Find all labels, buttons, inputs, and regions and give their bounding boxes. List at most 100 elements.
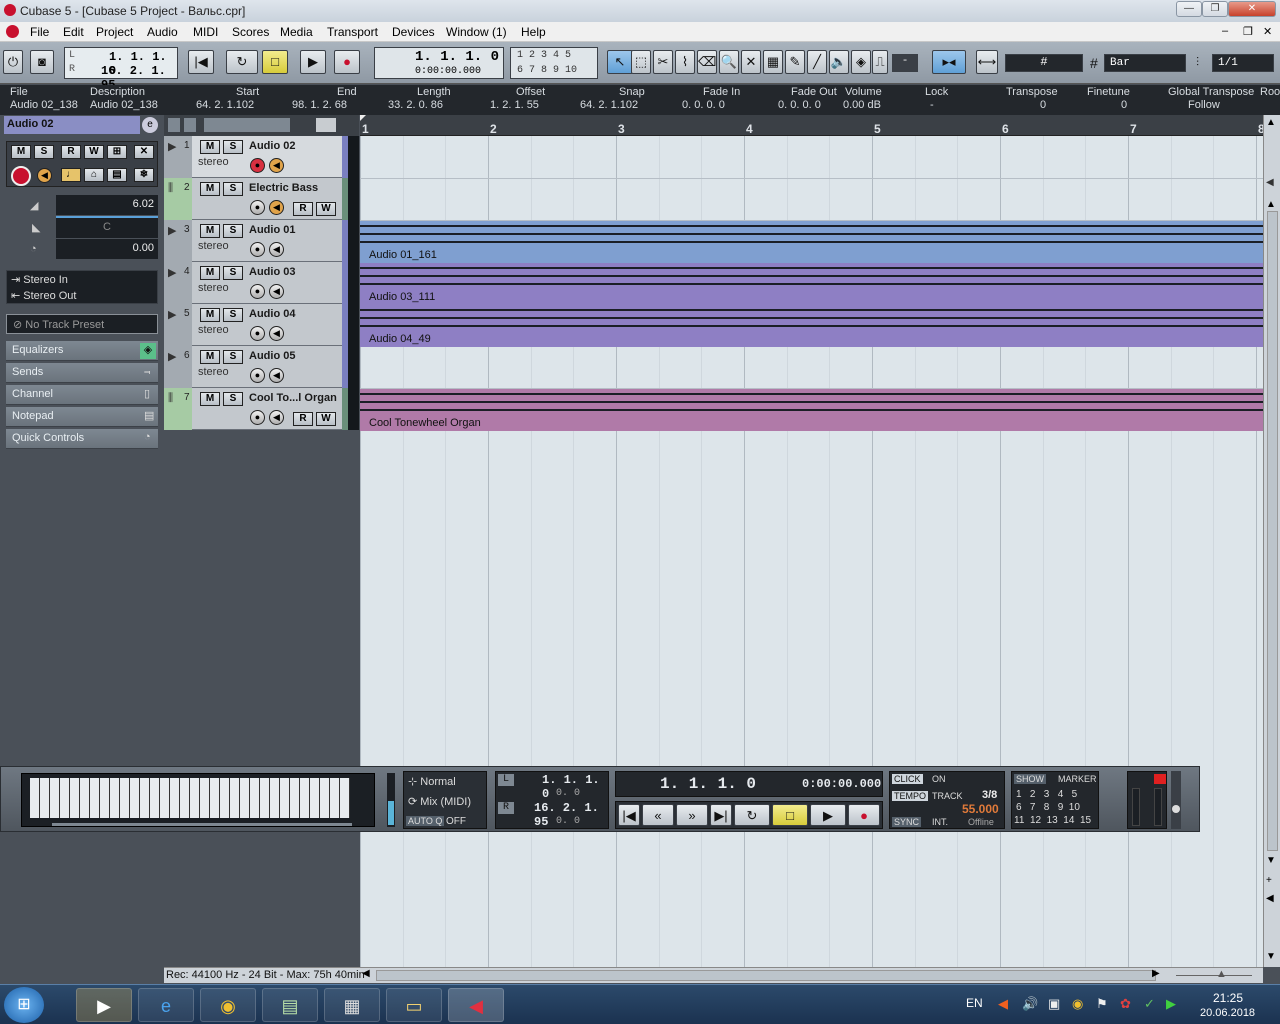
track-preset-field[interactable]: ⊘ No Track Preset <box>6 314 158 334</box>
info-description-value[interactable]: Audio 02_138 <box>90 99 158 111</box>
transport-cycle-button[interactable]: ↻ <box>734 804 770 826</box>
info-lock-value[interactable]: - <box>930 99 934 111</box>
track-monitor-button[interactable]: ◀ <box>269 242 284 257</box>
midi-track-icon[interactable]: ⫼ <box>168 182 173 195</box>
audio-event[interactable]: Audio 03_111 <box>360 263 1263 305</box>
track-mute-button[interactable]: M <box>200 308 220 322</box>
transport-right-sub[interactable]: 0. 0 <box>556 816 580 827</box>
zoom-tracks-icon[interactable]: ◀ <box>1266 177 1274 188</box>
maximize-button[interactable]: ❐ <box>1202 1 1228 17</box>
autoscroll-icon[interactable]: ⎍ <box>872 50 888 74</box>
marker-row-3[interactable]: 11 12 13 14 15 <box>1014 815 1091 826</box>
notepad-taskbar-icon[interactable]: ▤ <box>262 988 318 1022</box>
quantize-preset-select[interactable]: 1/1 <box>1212 54 1274 72</box>
timeline-ruler[interactable]: 12345678 <box>360 115 1265 136</box>
zoom-tool[interactable]: 🔍 <box>719 50 739 74</box>
scroll-right-icon[interactable]: ▶ <box>1152 968 1160 979</box>
doc-minimize-icon[interactable]: – <box>1222 25 1228 37</box>
track-name[interactable]: Audio 01 <box>249 224 341 236</box>
volume-field[interactable]: 6.02 <box>56 195 158 215</box>
play-tool[interactable]: 🔈 <box>829 50 849 74</box>
close-button[interactable]: ✕ <box>1228 1 1276 17</box>
scroll-down-icon[interactable]: ▼ <box>1266 855 1276 866</box>
left-locator-marker-icon[interactable] <box>360 115 366 121</box>
menu-edit[interactable]: Edit <box>63 25 84 39</box>
freeze-button[interactable]: ❄ <box>134 168 154 182</box>
menu-media[interactable]: Media <box>280 25 313 39</box>
track-mute-button[interactable]: M <box>200 140 220 154</box>
info-fadein-value[interactable]: 0. 0. 0. 0 <box>682 99 725 111</box>
split-tool[interactable]: ✂ <box>653 50 673 74</box>
position-time-display[interactable]: 0:00:00.000 <box>415 66 481 77</box>
record-enable-button[interactable] <box>11 166 31 186</box>
goto-end-button[interactable]: ▶| <box>710 804 732 826</box>
keyboard-octave-bar[interactable] <box>52 823 352 826</box>
midi-track-icon[interactable]: ⫼ <box>168 392 173 405</box>
info-length-value[interactable]: 33. 2. 0. 86 <box>388 99 443 111</box>
glue-tool[interactable]: ⌇ <box>675 50 695 74</box>
transport-position-time[interactable]: 0:00:00.000 <box>802 777 881 791</box>
mute-button[interactable]: M <box>11 145 31 159</box>
track-monitor-button[interactable]: ◀ <box>269 158 284 173</box>
track-monitor-button[interactable]: ◀ <box>269 284 284 299</box>
track-mute-button[interactable]: M <box>200 224 220 238</box>
scroll-left-icon[interactable]: ◀ <box>362 968 370 979</box>
info-file-value[interactable]: Audio 02_138 <box>10 99 78 111</box>
track-record-button[interactable]: ● <box>250 158 265 173</box>
audio-event[interactable]: Cool Tonewheel Organ <box>360 389 1263 431</box>
show-markers-button[interactable]: SHOW <box>1014 774 1046 784</box>
track-monitor-button[interactable]: ◀ <box>269 200 284 215</box>
track-mute-button[interactable]: M <box>200 350 220 364</box>
goto-right-locator-button[interactable]: R <box>498 802 514 814</box>
menu-help[interactable]: Help <box>521 25 546 39</box>
track-record-button[interactable]: ● <box>250 326 265 341</box>
virtual-keyboard[interactable] <box>21 773 375 827</box>
file-manager-taskbar-icon[interactable]: ▦ <box>324 988 380 1022</box>
track-name[interactable]: Electric Bass <box>249 182 341 194</box>
expand-track-icon[interactable]: ▶ <box>168 266 176 279</box>
track-monitor-button[interactable]: ◀ <box>269 368 284 383</box>
activate-project-button[interactable]: ⏻ <box>3 50 23 74</box>
track-monitor-button[interactable]: ◀ <box>269 326 284 341</box>
time-signature[interactable]: 3/8 <box>982 789 997 801</box>
snap-zero-button[interactable]: ⟷ <box>976 50 998 74</box>
transport-play-button[interactable]: ▶ <box>810 804 846 826</box>
zoom-in-icon[interactable]: + <box>1266 875 1272 886</box>
cycle-record-mode-select[interactable]: ⟳ Mix (MIDI) <box>408 795 484 809</box>
tray-app-icon[interactable]: ✿ <box>1120 996 1131 1012</box>
draw-tool[interactable]: ╱ <box>807 50 827 74</box>
track-mute-button[interactable]: M <box>200 392 220 406</box>
goto-left-locator-button[interactable]: L <box>498 774 514 786</box>
click-button[interactable]: CLICK <box>892 774 923 784</box>
record-button[interactable]: ● <box>334 50 360 74</box>
menu-project[interactable]: Project <box>96 25 133 39</box>
internet-explorer-taskbar-icon[interactable]: e <box>138 988 194 1022</box>
timebase-button[interactable]: ♩ <box>61 168 81 182</box>
info-fadeout-value[interactable]: 0. 0. 0. 0 <box>778 99 821 111</box>
lanes-button[interactable]: ▤ <box>107 168 127 182</box>
track-solo-button[interactable]: S <box>223 308 243 322</box>
object-selection-tool[interactable]: ↖ <box>607 50 633 74</box>
chrome-taskbar-icon[interactable]: ◉ <box>200 988 256 1022</box>
track-colors-icon[interactable] <box>316 118 336 132</box>
doc-restore-icon[interactable]: ❐ <box>1243 25 1253 38</box>
audio-event[interactable]: Audio 01_161 <box>360 221 1263 263</box>
explorer-taskbar-icon[interactable]: ▭ <box>386 988 442 1022</box>
global-track-controls[interactable] <box>204 118 290 132</box>
monitor-button[interactable]: ◀ <box>37 168 52 183</box>
track-read-button[interactable]: R <box>293 202 313 216</box>
start-button[interactable]: ⊞ <box>4 987 44 1023</box>
menu-file[interactable]: File <box>30 25 49 39</box>
tempo-bpm[interactable]: 55.000 <box>962 802 999 816</box>
transport-record-button[interactable]: ● <box>848 804 880 826</box>
menu-midi[interactable]: MIDI <box>193 25 218 39</box>
track-menu-icon[interactable] <box>184 118 196 132</box>
doc-close-icon[interactable]: ✕ <box>1263 25 1272 38</box>
tray-speaker-icon[interactable]: ◀ <box>998 996 1008 1012</box>
scroll-up-icon[interactable]: ▲ <box>1266 117 1276 128</box>
clip-indicator[interactable] <box>1154 774 1166 784</box>
rewind-button[interactable]: « <box>642 804 674 826</box>
expand-track-icon[interactable]: ▶ <box>168 350 176 363</box>
track-solo-button[interactable]: S <box>223 266 243 280</box>
stop-button[interactable]: □ <box>262 50 288 74</box>
